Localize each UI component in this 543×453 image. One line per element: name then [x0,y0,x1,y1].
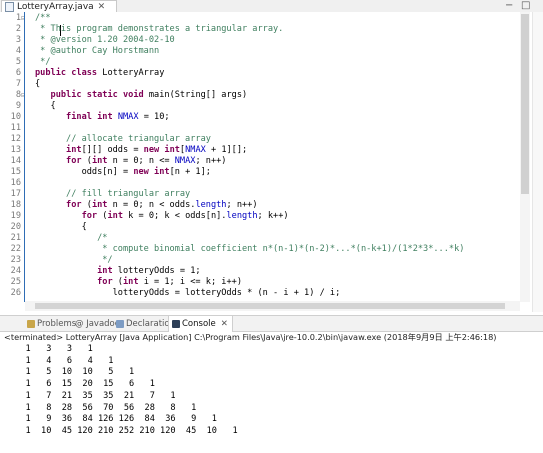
code-line: for (int n = 0; n < odds.length; n++) [66,200,258,210]
line-number: 14 [10,156,21,166]
code-line: public class LotteryArray [35,68,165,78]
code-line: int[][] odds = new int[NMAX + 1][]; [66,145,248,155]
code-line: * @version 1.20 2004-02-10 [35,35,175,45]
line-number: 2 [15,24,21,34]
line-number: 5 [15,57,21,67]
console-output-line: 1 5 10 10 5 1 [10,367,135,378]
line-number: 8 [15,90,21,100]
line-number: 10 [10,112,21,122]
console-output-line: 1 4 6 4 1 [10,355,114,366]
code-line: lotteryOdds = lotteryOdds * (n - i + 1) … [35,288,341,298]
line-number-gutter: 1⊟2345678⊟910111213141516171819202122232… [0,12,26,312]
overview-ruler [532,12,543,312]
code-line: int lotteryOdds = 1; [97,266,201,276]
line-number: 15 [10,167,21,177]
line-number: 26 [10,288,21,298]
line-number: 22 [10,244,21,254]
code-line: for (int i = 1; i <= k; i++) [97,277,242,287]
console-status-line: <terminated> LotteryArray [Java Applicat… [4,332,497,342]
line-number: 7 [15,79,21,89]
declaration-icon [116,319,124,328]
code-line: /** [35,13,51,23]
line-number: 12 [10,134,21,144]
close-icon[interactable]: ✕ [98,2,106,12]
code-line: * This program demonstrates a triangular… [35,24,284,34]
line-number: 19 [10,211,21,221]
editor-tab-lotteryarray[interactable]: LotteryArray.java ✕ [1,0,117,12]
line-number: 13 [10,145,21,155]
line-number: 11 [10,123,21,133]
line-number: 21 [10,233,21,243]
line-number: 23 [10,255,21,265]
line-number: 25 [10,277,21,287]
code-line: // fill triangular array [66,189,191,199]
code-line: public static void main(String[] args) [50,90,248,100]
code-line: /* [35,233,108,243]
problems-icon [27,319,35,328]
line-number: 16 [10,178,21,188]
console-output[interactable]: 1 3 3 1 1 4 6 4 1 1 5 10 10 5 1 1 6 15 2… [0,343,543,453]
tab-problems[interactable]: Problems [27,316,76,331]
console-output-line: 1 6 15 20 15 6 1 [10,379,155,390]
tab-console-label: Console [182,319,216,329]
java-file-icon [5,1,14,12]
line-number: 18 [10,200,21,210]
console-icon [172,320,180,328]
tab-javadoc[interactable]: @ Javadoc [75,316,119,331]
code-line: { [35,79,41,89]
tab-javadoc-label: @ Javadoc [75,318,120,329]
line-number: 17 [10,189,21,199]
console-output-line: 1 3 3 1 [10,344,93,354]
line-number: 20 [10,222,21,232]
maximize-icon[interactable]: □ [521,0,530,11]
line-number: 4 [15,46,21,56]
code-line: */ [35,255,113,265]
views-tab-bar: Problems @ Javadoc Declaration Console ✕ [0,315,543,332]
editor-tab-label: LotteryArray.java [17,1,94,12]
line-number: 1 [15,13,21,23]
editor-vertical-scroll-thumb[interactable] [521,14,529,194]
editor-horizontal-scroll-thumb[interactable] [35,303,505,309]
code-line: */ [35,57,51,67]
code-line: for (int n = 0; n <= NMAX; n++) [66,156,227,166]
editor-vertical-scrollbar[interactable] [520,12,530,302]
code-line: * compute binomial coefficient n*(n-1)*(… [35,244,465,254]
close-icon[interactable]: ✕ [221,319,228,329]
code-line: final int NMAX = 10; [66,112,170,122]
code-line: { [35,101,56,111]
line-number: 9 [15,101,21,111]
line-number: 24 [10,266,21,276]
minimize-icon[interactable]: − [505,0,513,11]
console-output-line: 1 7 21 35 35 21 7 1 [10,390,176,401]
line-number: 3 [15,35,21,45]
editor-horizontal-scrollbar[interactable] [25,301,520,311]
code-line: odds[n] = new int[n + 1]; [35,167,211,177]
code-editor[interactable]: /** * This program demonstrates a triang… [25,12,543,312]
tab-problems-label: Problems [37,318,77,329]
code-line: { [35,222,87,232]
line-number: 6 [15,68,21,78]
code-line: // allocate triangular array [66,134,211,144]
tab-declaration[interactable]: Declaration [116,316,175,331]
code-line: * @author Cay Horstmann [35,46,160,56]
console-output-line: 1 10 45 120 210 252 210 120 45 10 1 [10,425,238,436]
console-output-line: 1 8 28 56 70 56 28 8 1 [10,402,197,413]
console-output-line: 1 9 36 84 126 126 84 36 9 1 [10,414,217,425]
code-line: for (int k = 0; k < odds[n].length; k++) [81,211,289,221]
tab-console[interactable]: Console ✕ [168,316,233,332]
